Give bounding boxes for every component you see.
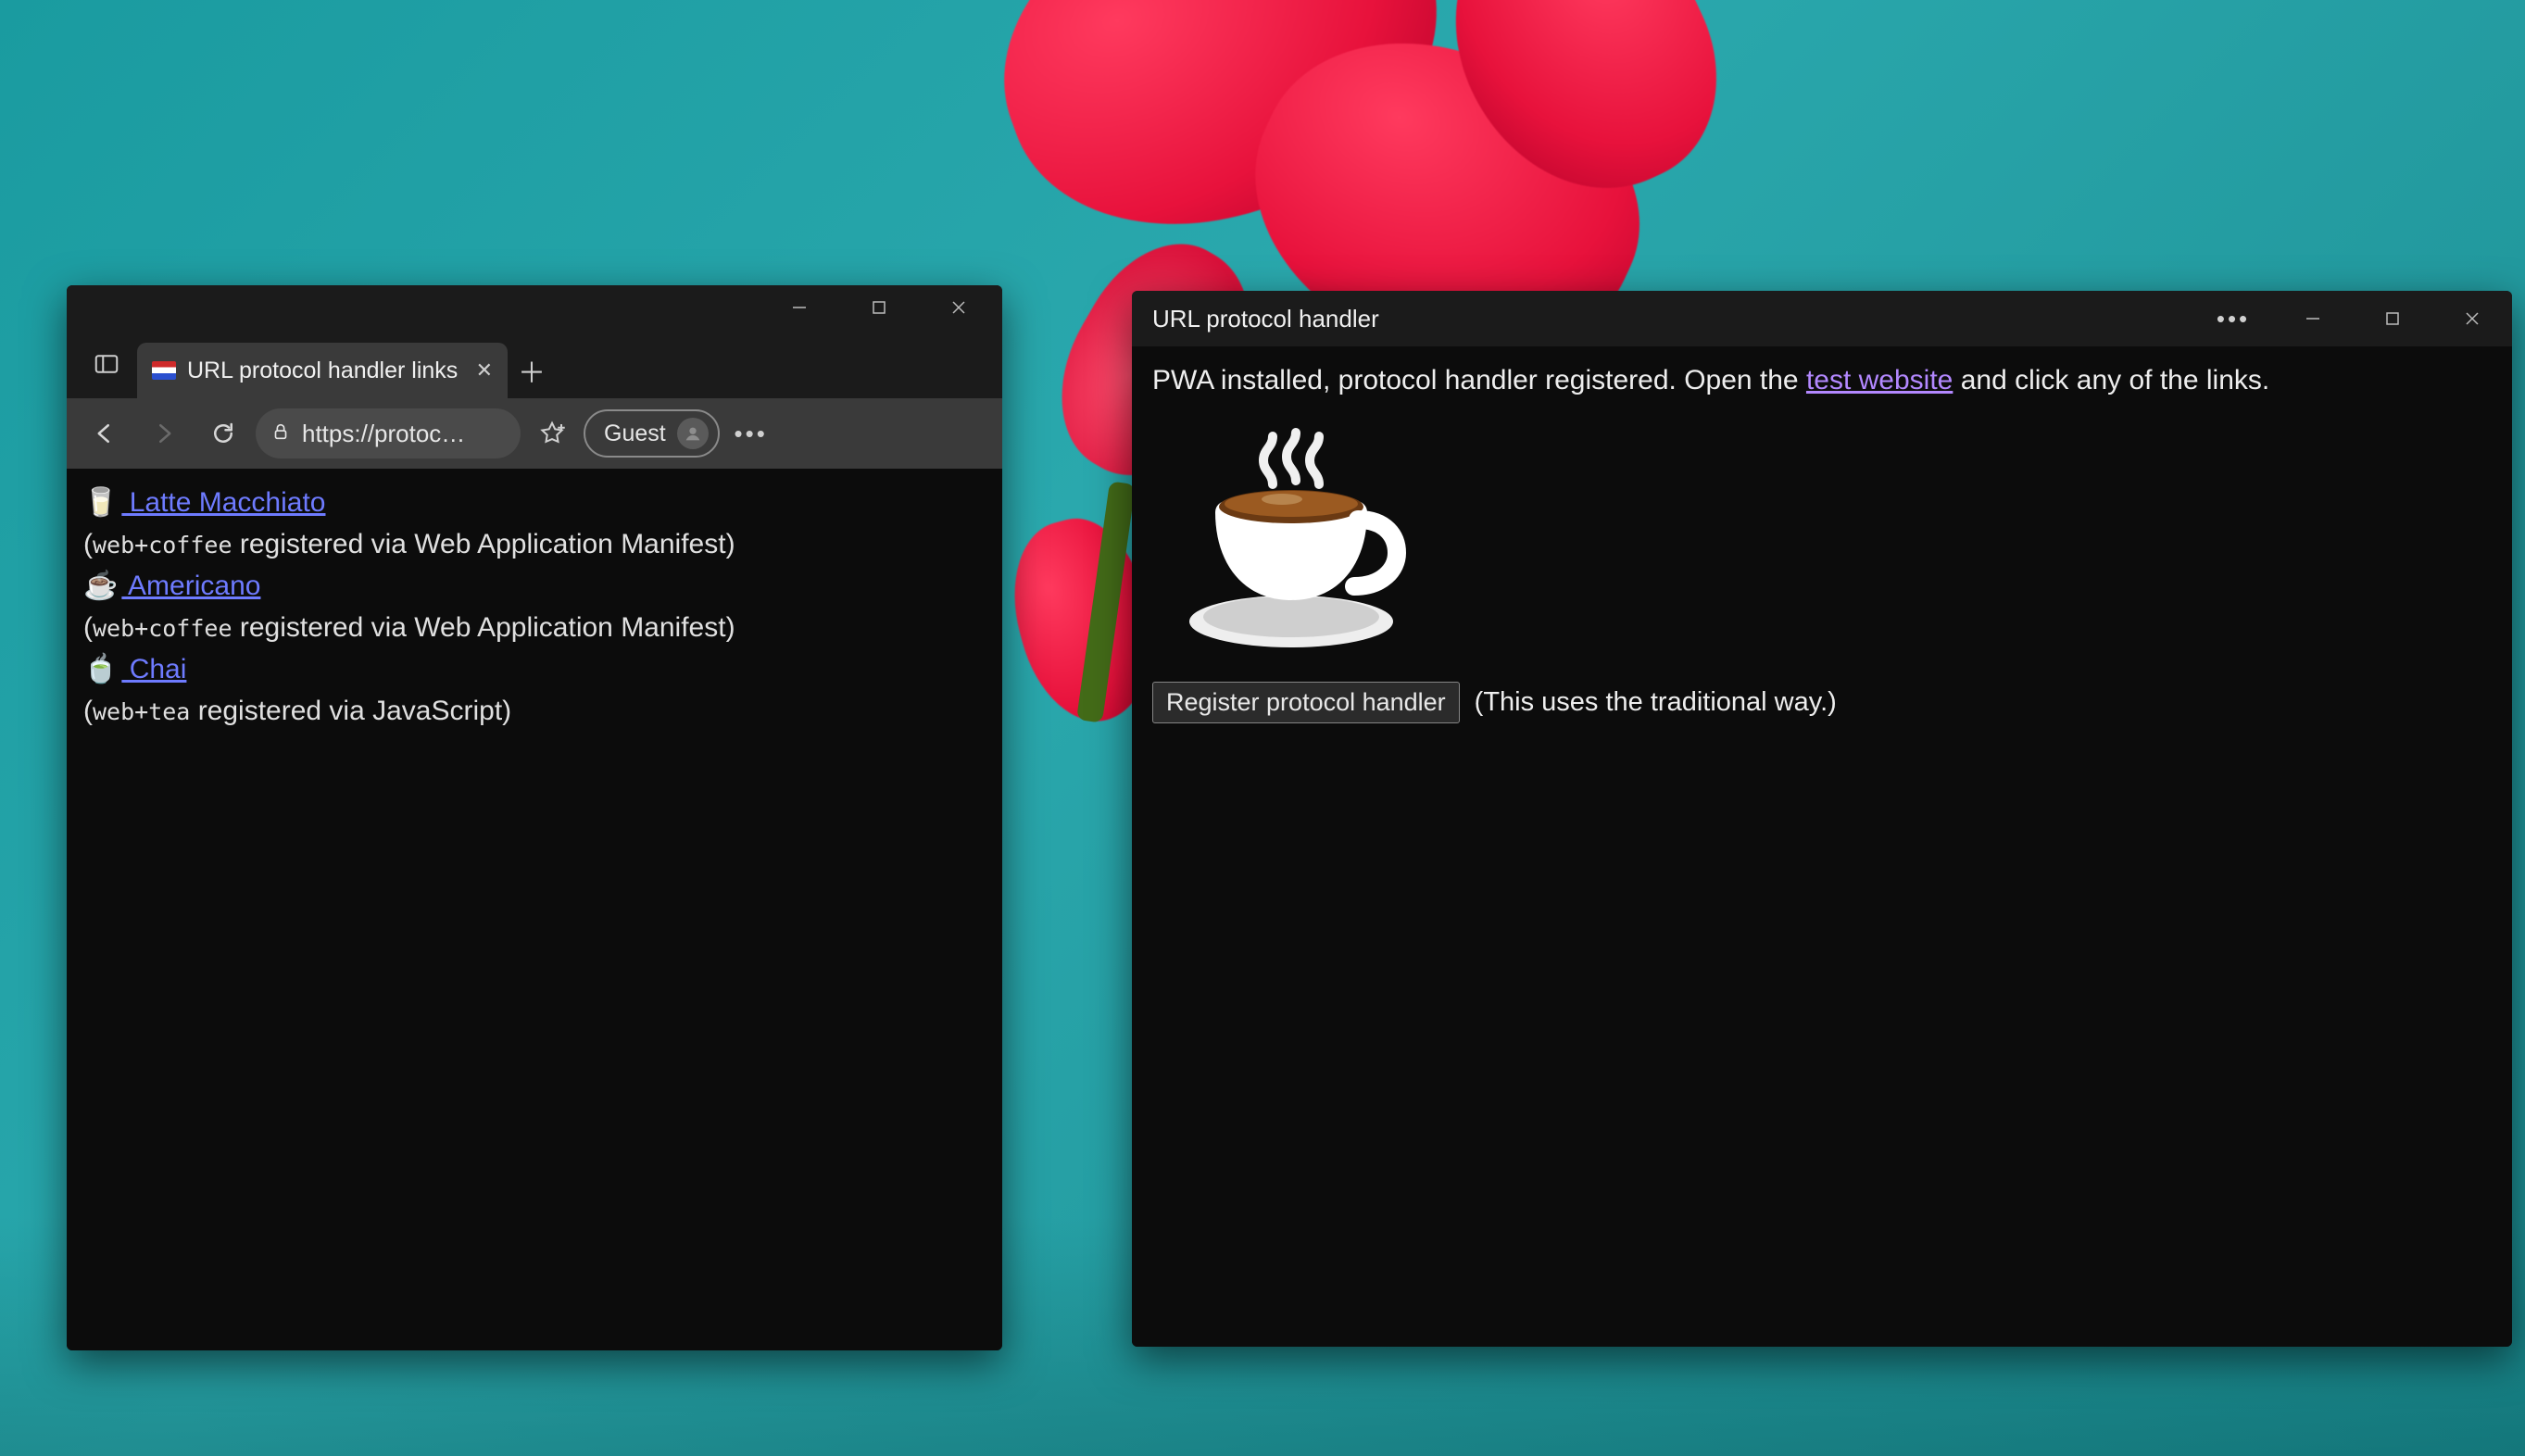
browser-toolbar: https://protoc… Guest ••• (67, 398, 1002, 469)
tab-favicon-icon (152, 361, 176, 380)
address-url: https://protoc… (302, 420, 465, 448)
favorites-button[interactable] (526, 409, 578, 458)
tab-actions-button[interactable] (76, 330, 137, 398)
register-protocol-button[interactable]: Register protocol handler (1152, 682, 1460, 723)
profile-button[interactable]: Guest (584, 409, 720, 458)
register-note: (This uses the traditional way.) (1475, 687, 1837, 718)
new-tab-button[interactable]: ＋ (508, 343, 556, 398)
pwa-title: URL protocol handler (1152, 305, 1379, 333)
window-close-button[interactable] (2432, 296, 2512, 341)
tab-title: URL protocol handler links (187, 358, 458, 384)
drink-link-americano[interactable]: Americano (121, 571, 260, 601)
window-maximize-button[interactable] (2353, 296, 2432, 341)
window-minimize-button[interactable] (2273, 296, 2353, 341)
link-row: ☕ Americano (83, 565, 986, 607)
test-website-link[interactable]: test website (1806, 365, 1953, 395)
registration-note: (web+coffee registered via Web Applicati… (83, 523, 986, 565)
browser-tab[interactable]: URL protocol handler links ✕ (137, 343, 508, 398)
tab-strip: URL protocol handler links ✕ ＋ (67, 330, 1002, 398)
pwa-titlebar: URL protocol handler ••• (1132, 291, 2512, 346)
tab-close-button[interactable]: ✕ (476, 358, 493, 383)
link-row: 🍵 Chai (83, 648, 986, 690)
lock-icon (270, 420, 291, 448)
window-close-button[interactable] (919, 285, 999, 330)
nav-reload-button[interactable] (196, 408, 250, 459)
intro-text: PWA installed, protocol handler register… (1152, 365, 2492, 396)
registration-note: (web+coffee registered via Web Applicati… (83, 607, 986, 648)
drink-emoji-icon: ☕ (83, 571, 118, 601)
nav-back-button[interactable] (78, 408, 132, 459)
pwa-page-content: PWA installed, protocol handler register… (1132, 346, 2512, 1347)
drink-link-chai[interactable]: Chai (121, 654, 186, 684)
menu-button[interactable]: ••• (725, 420, 777, 448)
drink-emoji-icon: 🍵 (83, 654, 118, 684)
window-titlebar (67, 285, 1002, 330)
browser-window: URL protocol handler links ✕ ＋ https://p… (67, 285, 1002, 1350)
coffee-cup-icon (1152, 422, 1430, 663)
registration-note: (web+tea registered via JavaScript) (83, 690, 986, 732)
drink-emoji-icon: 🥛 (83, 487, 118, 518)
window-maximize-button[interactable] (839, 285, 919, 330)
nav-forward-button[interactable] (137, 408, 191, 459)
page-content: 🥛 Latte Macchiato (web+coffee registered… (67, 469, 1002, 1350)
profile-label: Guest (604, 420, 666, 447)
address-bar[interactable]: https://protoc… (256, 408, 521, 458)
pwa-menu-button[interactable]: ••• (2193, 296, 2273, 341)
window-minimize-button[interactable] (760, 285, 839, 330)
profile-avatar-icon (677, 418, 709, 449)
link-row: 🥛 Latte Macchiato (83, 482, 986, 523)
drink-link-latte[interactable]: Latte Macchiato (121, 487, 325, 518)
pwa-window: URL protocol handler ••• PWA installed, … (1132, 291, 2512, 1347)
